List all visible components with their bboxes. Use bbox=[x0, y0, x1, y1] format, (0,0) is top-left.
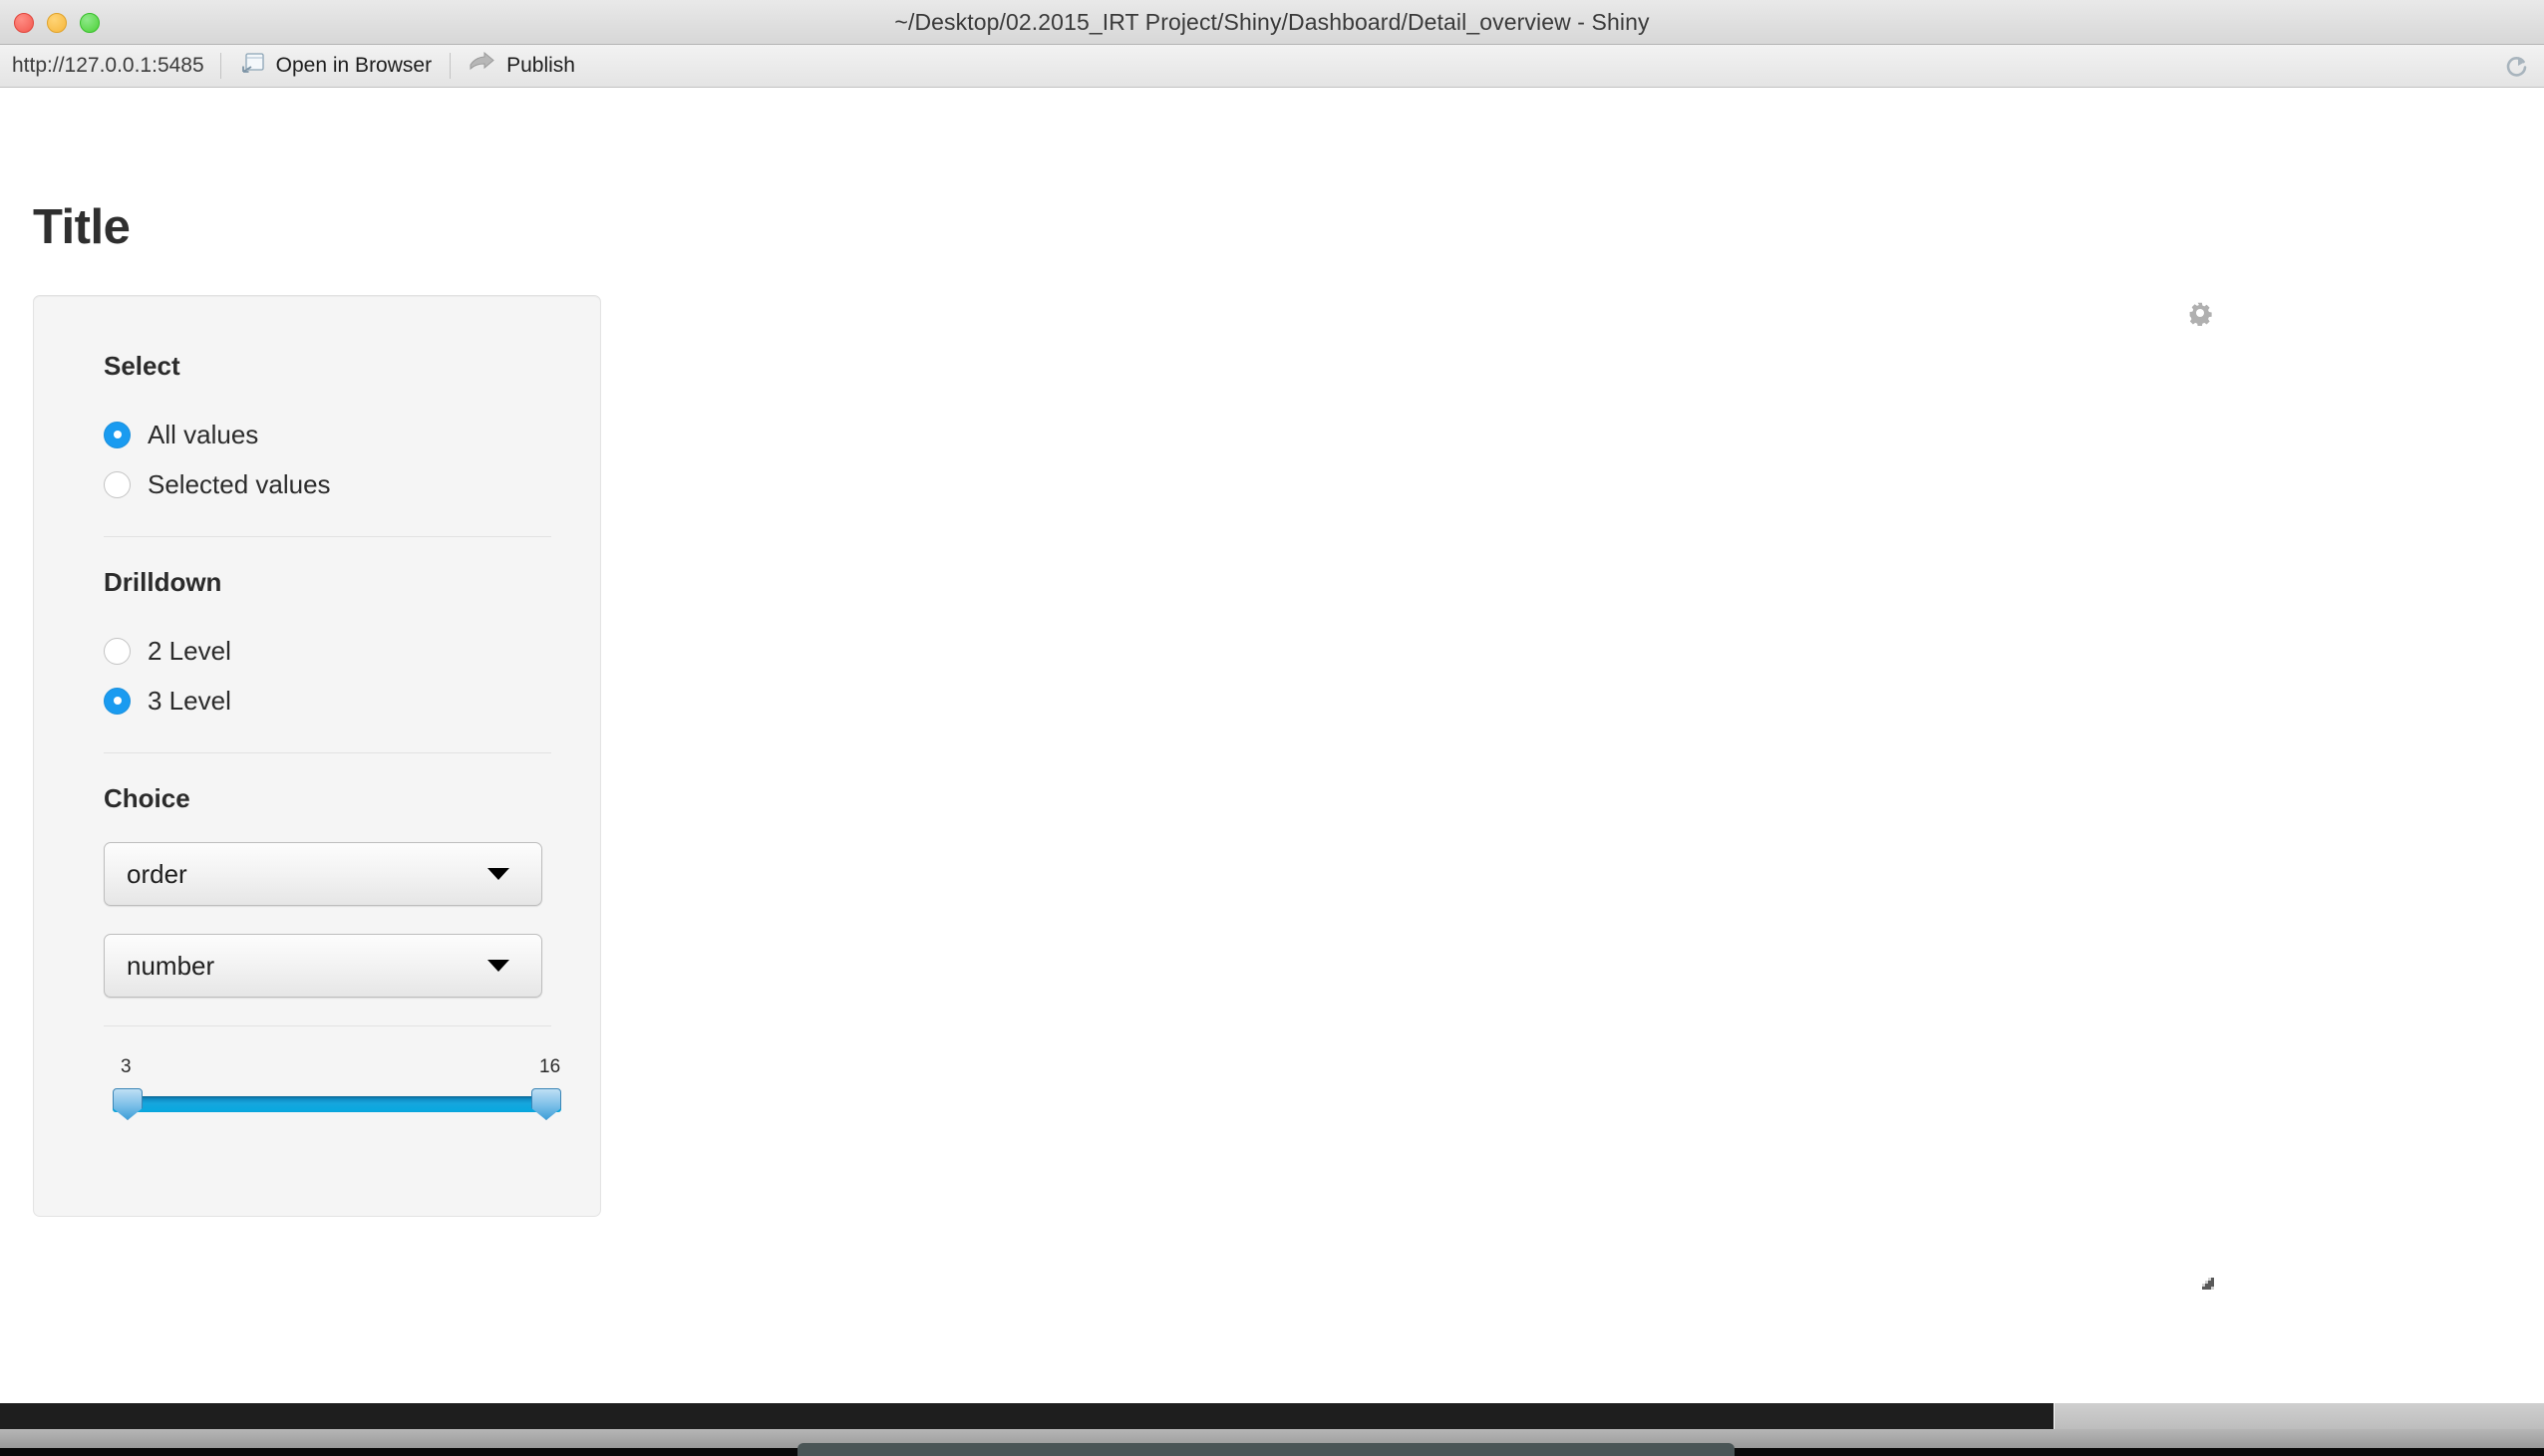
radio-option-3-level[interactable]: 3 Level bbox=[104, 676, 551, 726]
window-title: ~/Desktop/02.2015_IRT Project/Shiny/Dash… bbox=[894, 8, 1650, 35]
range-slider[interactable]: 3 16 bbox=[103, 1056, 581, 1136]
slider-max-label: 16 bbox=[539, 1056, 561, 1077]
server-url-label: http://127.0.0.1:5485 bbox=[12, 54, 204, 77]
gear-icon[interactable] bbox=[2187, 300, 2213, 331]
sidebar-divider-2 bbox=[104, 752, 551, 753]
order-select-value: order bbox=[127, 858, 187, 889]
traffic-light-group bbox=[14, 0, 100, 45]
radio-icon-selected-values[interactable] bbox=[104, 470, 131, 498]
close-window-icon[interactable] bbox=[14, 12, 34, 33]
choice-group: Choice order number bbox=[104, 783, 551, 998]
background-window-dark-strip bbox=[0, 1403, 2054, 1429]
number-select[interactable]: number bbox=[104, 934, 542, 998]
select-heading: Select bbox=[104, 351, 180, 381]
slider-handle-min[interactable] bbox=[113, 1088, 143, 1120]
publish-button[interactable]: Publish bbox=[451, 45, 593, 88]
background-window-chrome bbox=[0, 1403, 2544, 1456]
minimize-window-icon[interactable] bbox=[47, 12, 67, 33]
sidebar-panel: Select All values Selected values Drilld… bbox=[33, 295, 601, 1217]
radio-icon-all-values[interactable] bbox=[104, 421, 131, 448]
radio-label-selected-values: Selected values bbox=[148, 468, 331, 499]
maximize-window-icon[interactable] bbox=[80, 12, 100, 33]
slider-min-label: 3 bbox=[121, 1056, 132, 1077]
radio-option-all-values[interactable]: All values bbox=[104, 410, 551, 459]
choice-heading: Choice bbox=[104, 783, 190, 813]
radio-icon-2-level[interactable] bbox=[104, 637, 131, 665]
number-select-value: number bbox=[127, 950, 215, 981]
window-titlebar: ~/Desktop/02.2015_IRT Project/Shiny/Dash… bbox=[0, 0, 2544, 45]
order-select[interactable]: order bbox=[104, 842, 542, 906]
publish-label: Publish bbox=[506, 54, 575, 77]
radio-icon-3-level[interactable] bbox=[104, 687, 131, 715]
drilldown-heading: Drilldown bbox=[104, 567, 222, 597]
radio-label-3-level: 3 Level bbox=[148, 685, 231, 716]
chevron-down-icon-2 bbox=[487, 960, 509, 972]
sidebar-divider-3 bbox=[104, 1025, 551, 1026]
refresh-icon[interactable] bbox=[2503, 54, 2530, 85]
page-title: Title bbox=[33, 200, 131, 254]
shiny-app-window: ~/Desktop/02.2015_IRT Project/Shiny/Dash… bbox=[0, 0, 2544, 1403]
shiny-app-content: Title Select All values Selected values bbox=[0, 88, 2544, 1403]
sidebar-divider-1 bbox=[104, 536, 551, 537]
slider-track[interactable] bbox=[113, 1096, 561, 1112]
open-in-browser-label: Open in Browser bbox=[275, 54, 433, 77]
chevron-down-icon bbox=[487, 868, 509, 880]
radio-option-2-level[interactable]: 2 Level bbox=[104, 626, 551, 676]
select-radio-group: Select All values Selected values bbox=[104, 351, 551, 509]
slider-handle-max[interactable] bbox=[531, 1088, 561, 1120]
radio-label-2-level: 2 Level bbox=[148, 635, 231, 666]
app-toolbar: http://127.0.0.1:5485 Open in Browser Pu… bbox=[0, 45, 2544, 88]
dock-strip bbox=[797, 1443, 1735, 1456]
background-window-light-strip bbox=[2054, 1403, 2544, 1429]
drilldown-radio-group: Drilldown 2 Level 3 Level bbox=[104, 567, 551, 726]
arrow-right-icon bbox=[469, 51, 495, 80]
radio-option-selected-values[interactable]: Selected values bbox=[104, 459, 551, 509]
open-in-browser-button[interactable]: Open in Browser bbox=[221, 45, 450, 88]
resize-grip-icon[interactable] bbox=[2197, 1276, 2219, 1303]
window-arrow-icon bbox=[239, 51, 265, 81]
radio-label-all-values: All values bbox=[148, 419, 259, 449]
